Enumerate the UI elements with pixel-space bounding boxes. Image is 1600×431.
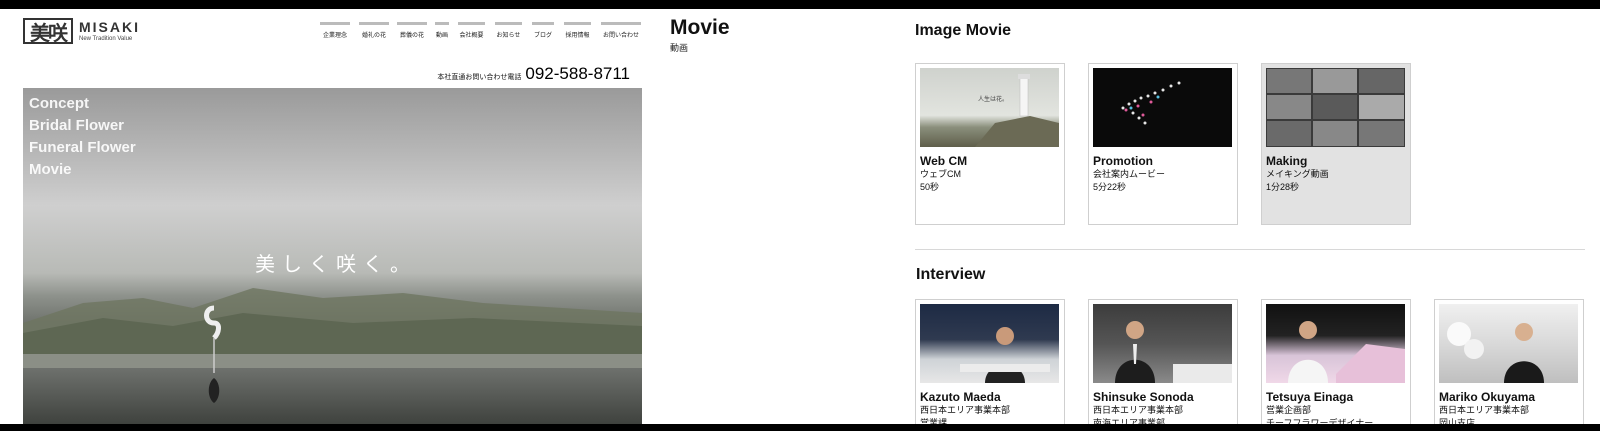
card-title: Kazuto Maeda	[920, 390, 1001, 404]
lighthouse-icon	[975, 74, 1059, 147]
card-dept: 西日本エリア事業本部	[1439, 405, 1530, 415]
video-grid-icon	[1267, 69, 1404, 146]
page-subtitle: 動画	[670, 43, 689, 53]
thumbnail-making-grid	[1266, 68, 1405, 147]
interview-card-okuyama[interactable]: Mariko Okuyama 西日本エリア事業本部 岡山支店	[1434, 299, 1584, 431]
bottom-border	[0, 424, 1600, 431]
site-logo[interactable]: 美咲 MISAKI New Tradition Value	[23, 18, 140, 45]
nav-item-contact[interactable]: お問い合わせ	[601, 22, 641, 39]
card-duration: 50秒	[920, 182, 940, 192]
logo-name: MISAKI	[79, 18, 140, 35]
card-title: Mariko Okuyama	[1439, 390, 1536, 404]
person-icon	[1288, 321, 1405, 383]
map-icon	[1121, 81, 1181, 125]
person-icon	[960, 327, 1050, 383]
nav-item-movie[interactable]: 動画	[435, 22, 449, 39]
card-title: Promotion	[1093, 154, 1153, 168]
hero-menu-bridal[interactable]: Bridal Flower	[29, 116, 136, 135]
card-dept: 西日本エリア事業本部	[920, 405, 1011, 415]
hero-menu: Concept Bridal Flower Funeral Flower Mov…	[29, 94, 136, 179]
nav-item-recruit[interactable]: 採用情報	[564, 22, 591, 39]
card-description: ウェブCM	[920, 169, 961, 179]
interview-heading: Interview	[916, 266, 986, 283]
interview-card-einaga[interactable]: Tetsuya Einaga 営業企画部 チーフフラワーデザイナー	[1261, 299, 1411, 431]
phone-label: 本社直通お問い合わせ電話	[437, 74, 522, 81]
card-title: Shinsuke Sonoda	[1093, 390, 1194, 404]
nav-item-funeral[interactable]: 葬儀の花	[397, 22, 427, 39]
card-duration: 1分28秒	[1266, 182, 1300, 192]
phone-number[interactable]: 092-588-8711	[525, 64, 630, 84]
nav-item-company[interactable]: 会社概要	[458, 22, 485, 39]
hero-menu-movie[interactable]: Movie	[29, 160, 136, 179]
card-title: Web CM	[920, 154, 968, 168]
thumbnail-interview	[1439, 304, 1578, 383]
card-description: 会社案内ムービー	[1093, 169, 1166, 179]
card-title: Tetsuya Einaga	[1266, 390, 1354, 404]
movie-card-promotion[interactable]: Promotion 会社案内ムービー 5分22秒	[1088, 63, 1238, 225]
card-dept: 営業企画部	[1266, 405, 1312, 415]
logo-tagline: New Tradition Value	[79, 35, 133, 42]
interview-card-sonoda[interactable]: Shinsuke Sonoda 西日本エリア事業本部 南海エリア事業部	[1088, 299, 1238, 431]
movie-card-making[interactable]: Making メイキング動画 1分28秒	[1261, 63, 1411, 225]
mountain-landscape	[23, 288, 642, 368]
hero-menu-funeral[interactable]: Funeral Flower	[29, 138, 136, 157]
nav-item-blog[interactable]: ブログ	[532, 22, 554, 39]
image-movie-heading: Image Movie	[915, 22, 1012, 39]
movie-card-web-cm[interactable]: 人生は花。 Web CM ウェブCM 50秒	[915, 63, 1065, 225]
contact-phone: 本社直通お問い合わせ電話 092-588-8711	[437, 64, 630, 84]
top-border	[0, 0, 1600, 9]
thumbnail-interview	[1093, 304, 1232, 383]
nav-item-bridal[interactable]: 婚礼の花	[359, 22, 389, 39]
thumbnail-interview	[920, 304, 1059, 383]
logo-text: MISAKI New Tradition Value	[79, 18, 140, 43]
flamingo-sculpture	[204, 305, 221, 403]
nav-item-concept[interactable]: 企業理念	[320, 22, 350, 39]
hero-caption: 美しく咲く。	[255, 252, 417, 276]
thumbnail-caption: 人生は花。	[978, 97, 1009, 103]
page-title: Movie	[670, 16, 730, 39]
card-dept: 西日本エリア事業本部	[1093, 405, 1184, 415]
person-icon	[1115, 321, 1232, 383]
card-duration: 5分22秒	[1093, 182, 1127, 192]
card-description: メイキング動画	[1266, 169, 1329, 179]
thumbnail-map	[1093, 68, 1232, 147]
interview-card-maeda[interactable]: Kazuto Maeda 西日本エリア事業本部 営業課	[915, 299, 1065, 431]
logo-mark: 美咲	[23, 18, 73, 45]
nav-item-news[interactable]: お知らせ	[495, 22, 522, 39]
hero-menu-concept[interactable]: Concept	[29, 94, 136, 113]
thumbnail-lighthouse: 人生は花。	[920, 68, 1059, 147]
card-title: Making	[1266, 154, 1308, 168]
person-icon	[1447, 322, 1544, 383]
thumbnail-interview	[1266, 304, 1405, 383]
hero-image: Concept Bridal Flower Funeral Flower Mov…	[23, 88, 642, 424]
screenshot-frame: 美咲 MISAKI New Tradition Value 企業理念 婚礼の花 …	[0, 0, 1600, 431]
section-divider	[915, 249, 1585, 250]
